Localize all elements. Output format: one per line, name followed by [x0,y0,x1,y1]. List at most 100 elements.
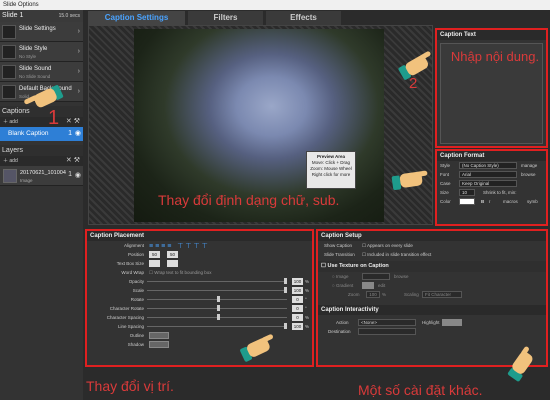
add-caption-label: add [9,119,18,125]
slider-knob[interactable] [217,314,220,320]
textbox-size-label: Text Box Size [116,261,144,266]
outline-row: Outline [87,331,312,340]
opacity-value[interactable]: 100 [292,278,303,285]
use-texture-checkbox[interactable]: ☐ Use Texture on Caption [321,263,389,269]
character-rotate-label: Character Rotate [109,306,144,311]
caption-list-item[interactable]: Blank Caption 1 ◉ [0,127,83,141]
rotate-slider[interactable] [147,296,287,302]
action-label: Action [336,320,349,325]
symbols-button[interactable]: symb [527,199,538,204]
appears-every-slide-checkbox[interactable]: ☐ Appears on every slide [362,243,413,249]
layer-item-sub: Image [20,178,33,183]
caption-format-panel: Caption Format Style (No Caption Style) … [435,149,548,226]
character-rotate-unit: ° [305,306,307,311]
tab-filters[interactable]: Filters [188,11,263,25]
gradient-swatch[interactable] [362,282,374,289]
size-input[interactable]: 10 [459,189,475,196]
character-spacing-row: Character Spacing 0 % [87,313,312,322]
slide-duration[interactable]: 15.0 secs [59,10,80,22]
destination-select[interactable] [358,328,416,335]
layer-tools-icon[interactable]: ✕ ⚒ [66,156,80,166]
line-spacing-value[interactable]: 100 [292,323,303,330]
bold-button[interactable]: B [481,199,484,204]
shadow-label: Shadow [127,342,144,347]
included-transition-checkbox[interactable]: ☐ Included in slide transition effect [362,252,431,258]
slider-knob[interactable] [284,287,287,293]
window-titlebar: Slide Options [0,0,550,10]
slide-style-item[interactable]: Slide Style No Style › [0,42,83,62]
tab-effects[interactable]: Effects [266,11,341,25]
caption-tools-icon[interactable]: ✕ ⚒ [66,117,80,127]
outline-color-swatch[interactable] [149,332,169,339]
slider-knob[interactable] [217,296,220,302]
wordwrap-row: Word Wrap ☐ Wrap text to fit bounding bo… [87,268,312,277]
position-x-input[interactable]: 50 [149,251,160,258]
rotate-value[interactable]: 0 [292,296,303,303]
wordwrap-checkbox[interactable]: ☐ Wrap text to fit bounding box [149,270,212,276]
action-select[interactable]: <None> [358,319,416,326]
tab-caption-settings[interactable]: Caption Settings [88,11,185,25]
slide-transition-label: Slide Transition [324,252,355,257]
use-texture-label: Use Texture on Caption [327,263,389,269]
character-spacing-slider[interactable] [147,314,287,320]
font-select[interactable]: Arial [459,171,517,178]
alignment-buttons[interactable]: ≡≡≡≡ ⊤⊤⊤⊤ [149,242,210,250]
slider-knob[interactable] [284,278,287,284]
format-annotation: Thay đổi định dạng chữ, sub. [158,192,340,208]
size-row: Size 10 Shrink to fit, min: [437,188,546,197]
setting-label: Slide Sound [19,66,52,72]
shrink-to-fit-option[interactable]: Shrink to fit, min: [483,190,517,195]
style-select[interactable]: (No Caption Style) [459,162,517,169]
step-1-marker: 1 [48,107,60,129]
manage-button[interactable]: manage [521,163,537,168]
color-row: Color B I macros symb [437,197,546,206]
color-swatch[interactable] [459,198,475,205]
eye-icon[interactable]: ◉ [75,127,81,141]
gradient-edit-button[interactable]: edit [378,283,385,288]
character-rotate-row: Character Rotate 0 ° [87,304,312,313]
slide-settings-item[interactable]: Slide Settings › [0,22,83,42]
case-select[interactable]: Keep Original [459,180,517,187]
gradient-radio[interactable]: ○ Gradient [332,283,353,288]
textbox-width-input[interactable] [149,260,160,267]
case-label: Case [440,181,451,186]
character-spacing-label: Character Spacing [106,315,144,320]
highlight-color-swatch[interactable] [442,319,462,326]
highlight-label: Highlight [422,320,440,325]
chevron-right-icon: › [77,88,80,95]
scale-slider[interactable] [147,287,287,293]
character-spacing-value[interactable]: 0 [292,314,303,321]
italic-button[interactable]: I [489,199,490,204]
placement-annotation: Thay đổi vị trí. [86,378,174,394]
slide-title: Slide 1 [2,12,24,19]
scale-row: Scale 100 % [87,286,312,295]
font-browse-button[interactable]: browse [521,172,536,177]
texture-browse-button[interactable]: browse [394,274,409,279]
line-spacing-slider[interactable] [147,323,287,329]
macros-button[interactable]: macros [503,199,518,204]
opacity-unit: % [305,279,310,284]
caption-text-panel: Caption Text Nhập nội dung. [435,28,548,148]
character-rotate-value[interactable]: 0 [292,305,303,312]
slider-knob[interactable] [284,323,287,329]
add-layer-button[interactable]: ＋ add [3,158,18,164]
opacity-slider[interactable] [147,278,287,284]
appears-every-slide-label: Appears on every slide [367,243,413,248]
scaling-select[interactable]: Fit Character [422,291,462,298]
texture-image-field[interactable] [362,273,390,280]
textbox-height-input[interactable] [167,260,178,267]
character-rotate-slider[interactable] [147,305,287,311]
zoom-input[interactable]: 100 [366,291,380,298]
slider-knob[interactable] [217,305,220,311]
image-radio[interactable]: ○ Image [332,274,348,279]
scale-value[interactable]: 100 [292,287,303,294]
shadow-color-swatch[interactable] [149,341,169,348]
layers-toolbar: ＋ add ✕ ⚒ [0,156,83,166]
preview-hint: Right click for more [311,172,351,177]
add-caption-button[interactable]: ＋ add [3,119,18,125]
slide-sound-item[interactable]: Slide Sound No Slide Sound › [0,62,83,82]
position-y-input[interactable]: 50 [167,251,178,258]
use-texture-row[interactable]: ☐ Use Texture on Caption [318,261,546,272]
eye-icon[interactable]: ◉ [75,171,81,179]
layer-list-item[interactable]: 20170621_101004 Image 1 ◉ [0,166,83,186]
